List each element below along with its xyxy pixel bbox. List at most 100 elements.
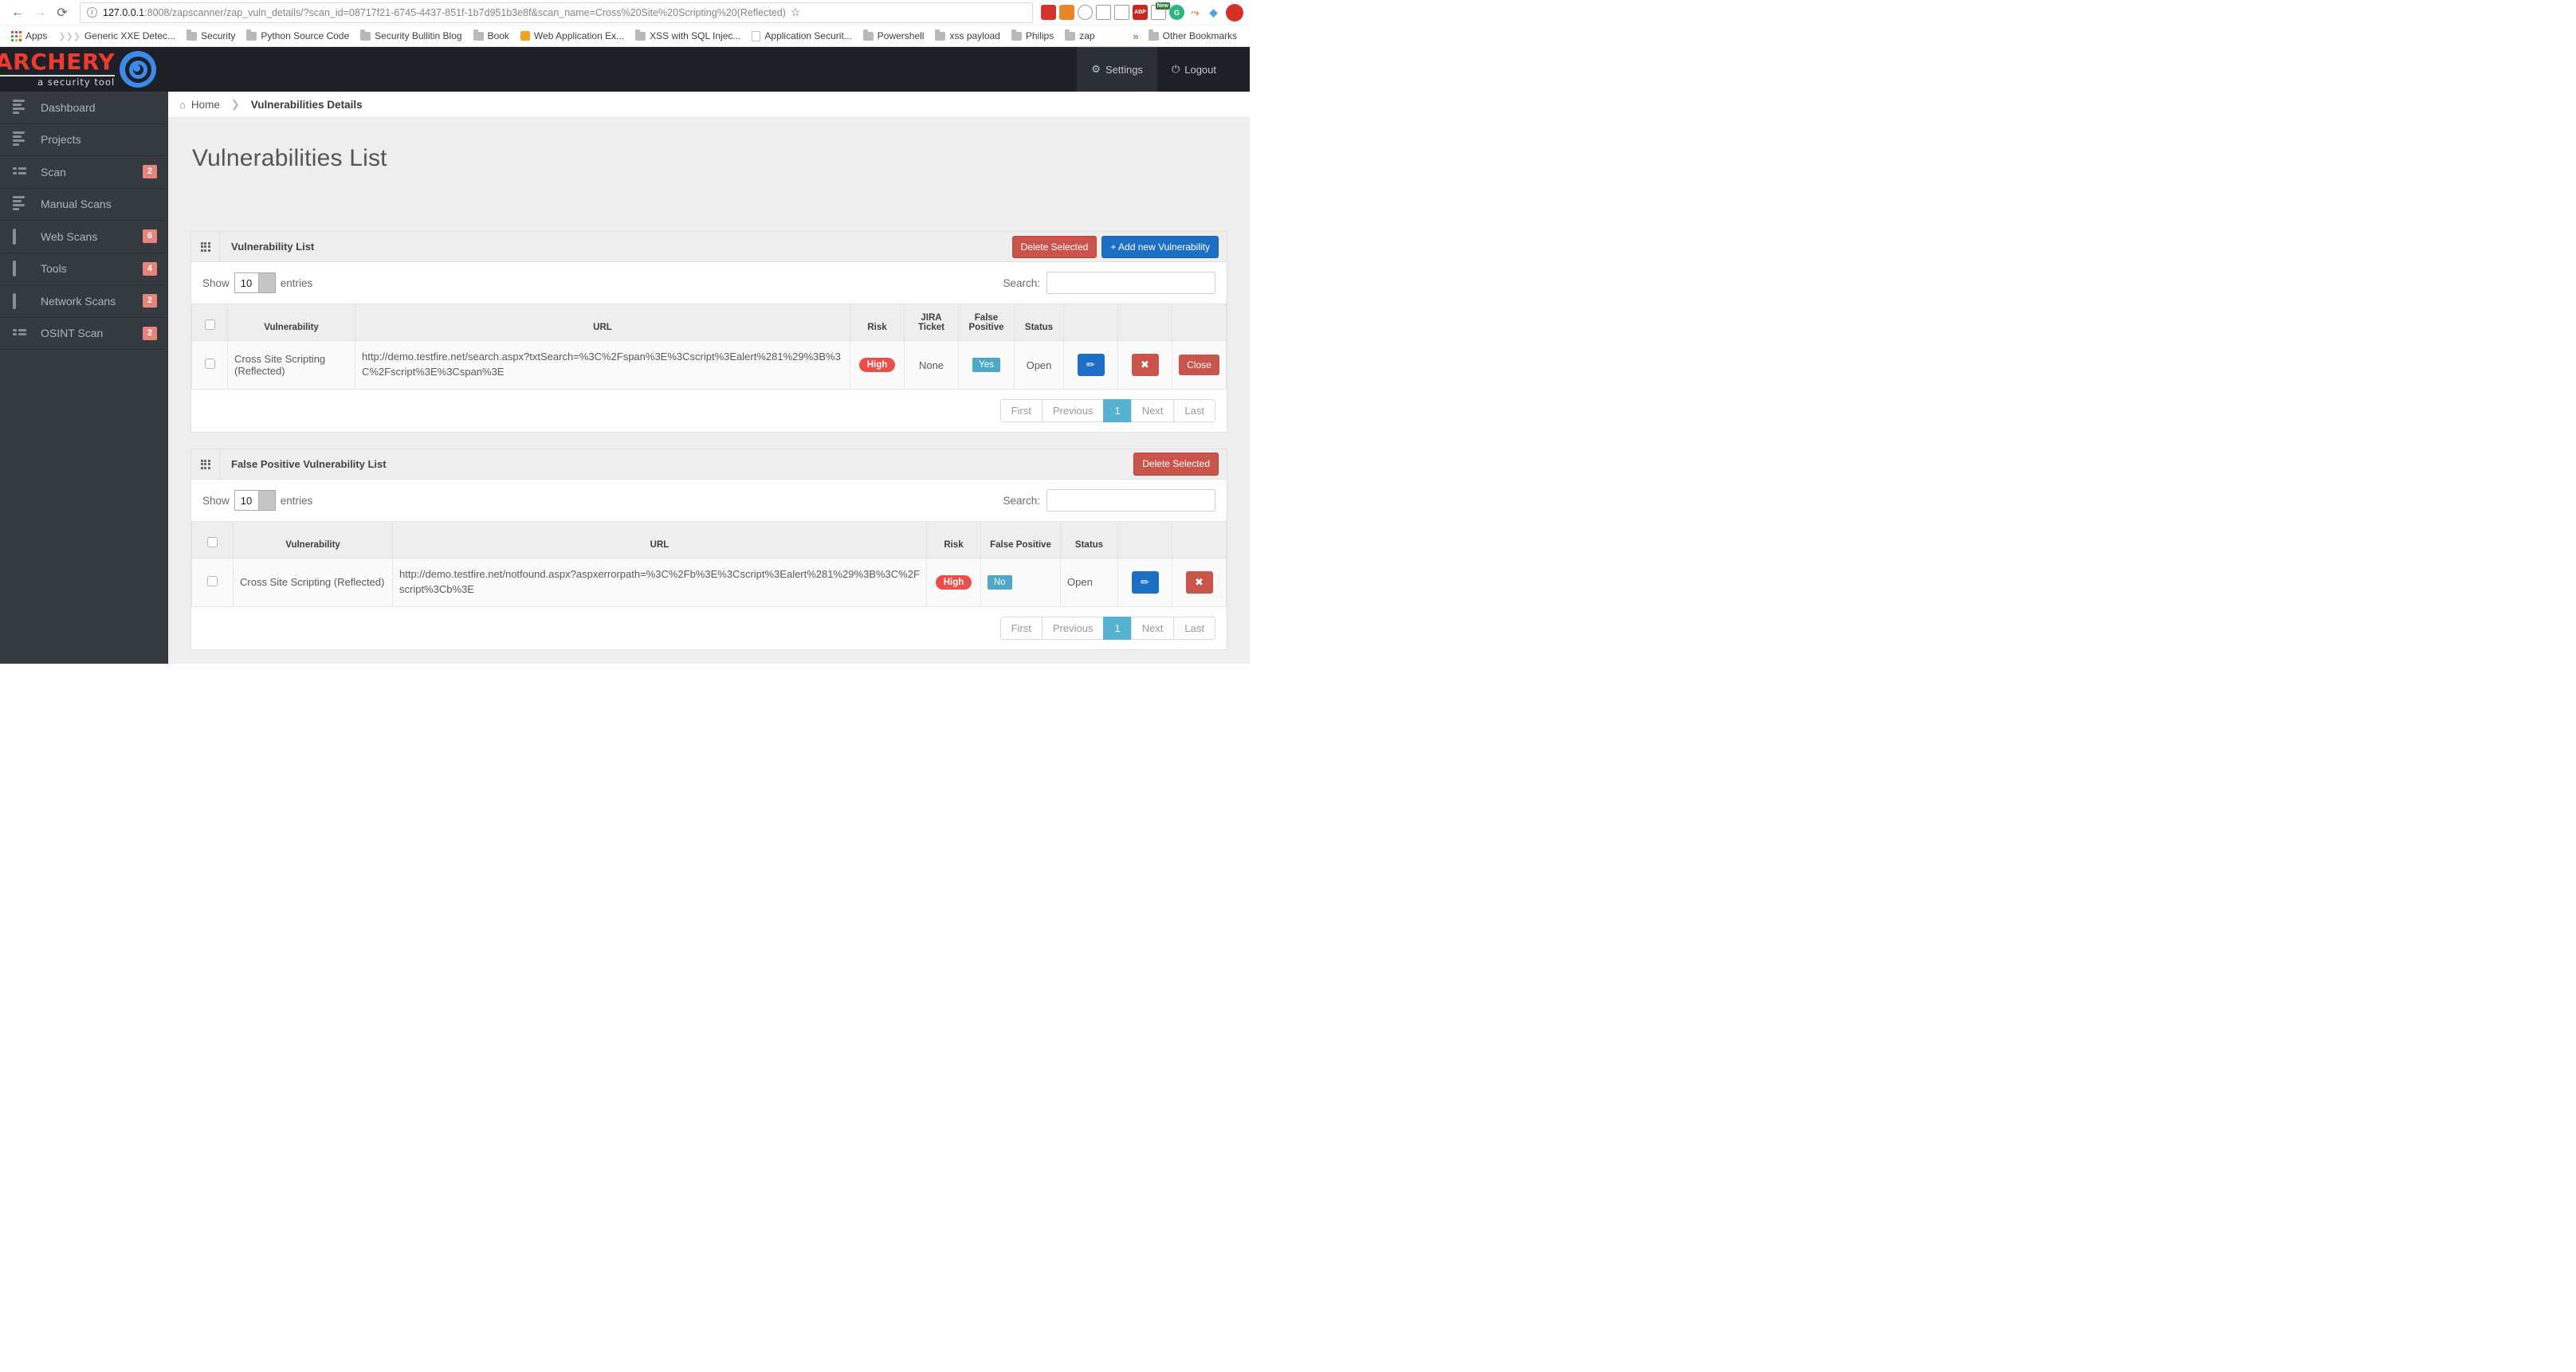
row-checkbox[interactable] [207,575,218,586]
lines-icon [13,99,26,116]
abp-icon[interactable]: ABP [1133,5,1148,20]
pager-first[interactable]: First [999,616,1042,640]
colorzilla-icon[interactable] [1059,5,1074,20]
circle-extension-icon[interactable] [1078,5,1093,20]
panel-extension-icon[interactable] [1114,5,1129,20]
delete-selected-button[interactable]: Delete Selected [1011,235,1098,259]
table-header-row: Vulnerability URL Risk JIRA Ticket False… [191,304,1227,342]
pager-next[interactable]: Next [1130,399,1174,423]
column-vulnerability: Vulnerability [227,304,355,342]
select-all-checkbox[interactable] [204,319,215,331]
bookmark-apps[interactable]: Apps [6,28,52,44]
bookmark-label: XSS with SQL Injec... [650,30,741,41]
row-checkbox-cell [191,558,234,607]
settings-button[interactable]: ⚙ Settings [1077,47,1157,92]
sidebar-item-dashboard[interactable]: Dashboard [0,92,168,124]
pager-previous[interactable]: Previous [1041,399,1104,423]
back-button[interactable]: ← [6,2,29,24]
drag-handle-icon[interactable] [191,232,220,262]
sidebar-item-web-scans[interactable]: Web Scans 6 [0,221,168,253]
favicon-orange-icon [520,31,530,41]
cell-false-positive: Yes [958,340,1015,390]
search-input[interactable] [1046,272,1215,295]
bookmark-star-icon[interactable]: ☆ [791,6,801,19]
bookmark-xss-with-sql-injec[interactable]: XSS with SQL Injec... [630,28,745,44]
folder-icon [246,29,257,41]
close-button[interactable]: Close [1179,355,1219,376]
edit-button[interactable]: ✏ [1077,354,1105,377]
reload-button[interactable]: ⟳ [51,2,73,24]
other-bookmarks-folder[interactable]: Other Bookmarks [1144,28,1242,44]
add-new-vulnerability-button[interactable]: + Add new Vulnerability [1101,235,1219,259]
overflow-chevron-icon[interactable]: » [1128,30,1143,42]
sidebar-item-tools[interactable]: Tools 4 [0,253,168,285]
select-all-checkbox[interactable] [207,537,218,548]
cell-risk: High [926,558,981,607]
pager-last[interactable]: Last [1173,399,1215,423]
bookmark-web-application-ex[interactable]: Web Application Ex... [516,28,629,44]
entries-select[interactable]: 10 [234,272,276,294]
false-positive-badge[interactable]: No [988,574,1012,590]
column-delete [1172,521,1227,559]
bookmark-zap[interactable]: zap [1060,28,1099,44]
bookmark-security[interactable]: Security [182,28,240,44]
bookmark-python-source-code[interactable]: Python Source Code [242,28,354,44]
sidebar-badge: 2 [142,326,157,340]
brand-logo[interactable]: ARCHERY a security tool [0,47,168,92]
table-row: Cross Site Scripting (Reflected) http://… [191,340,1227,390]
edit-button[interactable]: ✏ [1131,570,1159,594]
bookmark-generic-xxe[interactable]: ❯❯❯ Generic XXE Detec... [53,28,180,44]
logout-button[interactable]: ⏻ Logout [1157,47,1231,92]
drag-handle-icon[interactable] [191,449,220,480]
sidebar-item-osint-scan[interactable]: OSINT Scan 2 [0,318,168,350]
cell-url: http://demo.testfire.net/search.aspx?txt… [355,340,850,390]
pager-previous[interactable]: Previous [1041,616,1104,640]
bookmark-philips[interactable]: Philips [1007,28,1058,44]
breadcrumb-current: Vulnerabilities Details [250,98,363,111]
cell-delete: ✖ [1117,340,1172,390]
sidebar-item-scan[interactable]: Scan 2 [0,156,168,189]
pager-last[interactable]: Last [1173,616,1215,640]
profile-avatar[interactable] [1226,3,1243,22]
cell-vulnerability: Cross Site Scripting (Reflected) [233,558,393,607]
bookmark-application-securit[interactable]: Application Securit... [747,28,856,44]
bookmark-powershell[interactable]: Powershell [858,28,929,44]
bookmark-label: Powershell [877,30,925,41]
bookmark-security-bullitin-blog[interactable]: Security Bullitin Blog [355,28,466,44]
grid-list-icon [13,167,26,176]
pocket-icon[interactable]: ◆ [1206,5,1221,20]
breadcrumb-home-link[interactable]: ⌂ Home [179,99,220,111]
entries-select[interactable]: 10 [234,490,276,512]
delete-button[interactable]: ✖ [1185,570,1213,594]
breadcrumb-home-label: Home [190,98,220,111]
window-extension-icon[interactable] [1096,5,1111,20]
grammarly-icon[interactable]: G [1169,5,1184,20]
sidebar-item-network-scans[interactable]: Network Scans 2 [0,285,168,318]
sidebar-item-projects[interactable]: Projects [0,124,168,156]
breadcrumb-separator-icon: ❯ [230,98,240,111]
bookmark-xss-payload[interactable]: xss payload [930,28,1004,44]
pager-page-1[interactable]: 1 [1103,399,1131,423]
sidebar-item-manual-scans[interactable]: Manual Scans [0,189,168,221]
search-input[interactable] [1046,489,1215,512]
folder-icon [1148,29,1159,41]
panel-title: Vulnerability List [231,241,315,253]
panel-actions: Delete Selected [1133,453,1227,476]
datatable-pagination: First Previous 1 Next Last [191,390,1227,432]
delete-button[interactable]: ✖ [1131,354,1159,377]
pager-page-1[interactable]: 1 [1103,616,1131,640]
forward-button[interactable]: → [29,2,51,24]
false-positive-badge[interactable]: Yes [972,358,1000,373]
address-bar[interactable]: i 127.0.0.1:8008/zapscanner/zap_vuln_det… [80,2,1033,23]
shield-extension-icon[interactable] [1041,5,1056,20]
site-info-icon[interactable]: i [87,7,97,18]
bookmark-book[interactable]: Book [469,28,514,44]
row-checkbox[interactable] [204,359,215,370]
new-badge-icon[interactable]: New [1151,2,1170,20]
analytics-icon[interactable]: ⤳ [1188,5,1203,20]
pager-first[interactable]: First [999,399,1042,423]
table-header-row: Vulnerability URL Risk False Positive St… [191,521,1227,559]
pager-next[interactable]: Next [1130,616,1174,640]
delete-selected-button[interactable]: Delete Selected [1133,453,1219,476]
sidebar-item-label: Manual Scans [41,198,112,211]
